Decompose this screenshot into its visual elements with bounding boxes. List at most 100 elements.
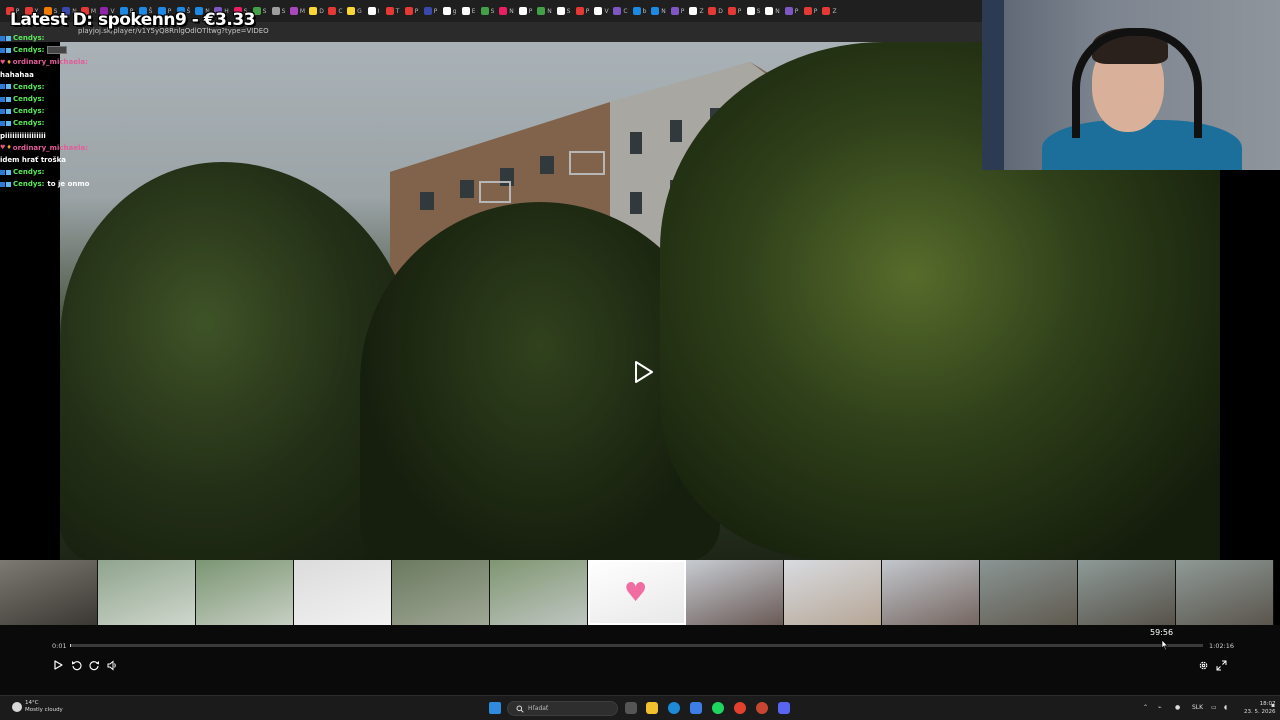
settings-button[interactable]: [1196, 658, 1210, 672]
chat-username[interactable]: Cendys:: [13, 168, 44, 176]
browser-tab[interactable]: M: [289, 4, 306, 18]
file-explorer-icon[interactable]: [646, 702, 658, 714]
browser-tab[interactable]: P: [802, 4, 819, 18]
mouse-cursor-icon: [1161, 639, 1168, 651]
thumbnail-group-indoor[interactable]: [882, 560, 980, 625]
browser-tab[interactable]: E: [460, 4, 477, 18]
chat-username[interactable]: Cendys:: [13, 34, 44, 42]
chat-username[interactable]: Cendys:: [13, 46, 44, 54]
browser-tab[interactable]: N: [536, 4, 553, 18]
discord-icon[interactable]: [778, 702, 790, 714]
chat-message: Cendys: to je onmo: [0, 178, 150, 190]
windows-start-icon[interactable]: [489, 702, 501, 714]
spotify-icon[interactable]: [712, 702, 724, 714]
tab-favicon-icon: [367, 7, 376, 15]
tab-favicon-icon: [518, 7, 527, 15]
thumbnail-woman-garden[interactable]: [392, 560, 490, 625]
rewind-button[interactable]: [69, 658, 83, 672]
thumbnail-sofa-group[interactable]: [1078, 560, 1176, 625]
chat-message: Cendys:: [0, 93, 150, 105]
browser-tab[interactable]: N: [650, 4, 667, 18]
browser-tab[interactable]: C: [327, 4, 344, 18]
progress-bar[interactable]: [70, 644, 1203, 647]
chat-message: ♥ ♦ ordinary_michaela:: [0, 142, 150, 154]
speaker-icon[interactable]: ◖: [1224, 704, 1227, 711]
browser-tab[interactable]: T: [384, 4, 401, 18]
edge-browser-icon[interactable]: [668, 702, 680, 714]
volume-button[interactable]: [105, 658, 119, 672]
browser-tab[interactable]: I: [365, 4, 382, 18]
tab-label: S: [281, 7, 286, 15]
chat-username[interactable]: Cendys:: [13, 95, 44, 103]
chat-emote-icon: [47, 46, 68, 55]
browser-tab[interactable]: D: [308, 4, 325, 18]
chrome-profile-icon[interactable]: [756, 702, 768, 714]
forward-button[interactable]: [87, 658, 101, 672]
tab-label: N: [775, 7, 780, 15]
browser-tab[interactable]: P: [726, 4, 743, 18]
tray-chevron-icon[interactable]: ⌃: [1143, 704, 1148, 711]
browser-tab[interactable]: N: [498, 4, 515, 18]
rewind-icon: [71, 660, 82, 670]
thumbnail-heart-logo[interactable]: ♥: [588, 560, 686, 625]
browser-tab[interactable]: S: [479, 4, 496, 18]
tab-label: D: [718, 7, 723, 15]
tab-favicon-icon: [651, 7, 660, 15]
thumbnail-bright-haze[interactable]: [294, 560, 392, 625]
tab-favicon-icon: [784, 7, 793, 15]
browser-tab[interactable]: P: [669, 4, 686, 18]
notification-icon[interactable]: ▪: [1271, 702, 1275, 709]
tab-label: P: [794, 7, 799, 15]
chat-username[interactable]: ordinary_michaela:: [13, 144, 88, 152]
tab-label: N: [547, 7, 552, 15]
browser-tab[interactable]: P: [403, 4, 420, 18]
thumbnail-sofa-group[interactable]: [980, 560, 1078, 625]
store-icon[interactable]: [690, 702, 702, 714]
browser-tab[interactable]: P: [783, 4, 800, 18]
taskbar-search[interactable]: Hľadať: [507, 701, 618, 716]
microphone-icon[interactable]: ●: [1175, 704, 1180, 711]
thumbnail-sofa-group[interactable]: [1176, 560, 1274, 625]
browser-tab[interactable]: C: [612, 4, 629, 18]
browser-tab[interactable]: D: [707, 4, 724, 18]
browser-tab[interactable]: b: [631, 4, 648, 18]
play-button[interactable]: [51, 658, 65, 672]
display-icon[interactable]: ▭: [1211, 704, 1217, 711]
browser-tab[interactable]: S: [745, 4, 762, 18]
chat-username[interactable]: ordinary_michaela:: [13, 58, 88, 66]
browser-tab[interactable]: N: [764, 4, 781, 18]
tab-label: S: [262, 7, 267, 15]
browser-tab[interactable]: Z: [821, 4, 838, 18]
browser-tab[interactable]: S: [270, 4, 287, 18]
thumbnail-man-smiling[interactable]: [784, 560, 882, 625]
tab-label: V: [604, 7, 609, 15]
browser-tab[interactable]: G: [346, 4, 363, 18]
browser-tab[interactable]: g: [441, 4, 458, 18]
webcam-headset: [1072, 28, 1202, 138]
browser-tab[interactable]: S: [555, 4, 572, 18]
task-view-icon[interactable]: [625, 702, 637, 714]
browser-tab[interactable]: P: [422, 4, 439, 18]
thumbnail-picnic[interactable]: [490, 560, 588, 625]
fullscreen-button[interactable]: [1214, 658, 1228, 672]
language-indicator[interactable]: SLK: [1192, 704, 1203, 711]
browser-tab[interactable]: Z: [688, 4, 705, 18]
network-icon[interactable]: ⌁: [1158, 704, 1162, 711]
browser-tab[interactable]: V: [593, 4, 610, 18]
thumbnail-outdoor-table[interactable]: [98, 560, 196, 625]
chat-username[interactable]: Cendys:: [13, 180, 44, 188]
thumbnail-woman-closeup[interactable]: [0, 560, 98, 625]
weather-widget[interactable]: 14°C Mostly cloudy: [12, 700, 63, 714]
browser-tab[interactable]: P: [517, 4, 534, 18]
chat-username[interactable]: Cendys:: [13, 119, 44, 127]
weather-temperature: 14°C: [25, 700, 39, 706]
thumbnail-group-indoor[interactable]: [686, 560, 784, 625]
browser-tab[interactable]: P: [574, 4, 591, 18]
chat-username[interactable]: Cendys:: [13, 83, 44, 91]
center-play-icon[interactable]: [632, 360, 654, 384]
tab-favicon-icon: [347, 7, 356, 15]
chat-username[interactable]: Cendys:: [13, 107, 44, 115]
tab-favicon-icon: [328, 7, 337, 15]
thumbnail-outdoor-table[interactable]: [196, 560, 294, 625]
chrome-icon[interactable]: [734, 702, 746, 714]
